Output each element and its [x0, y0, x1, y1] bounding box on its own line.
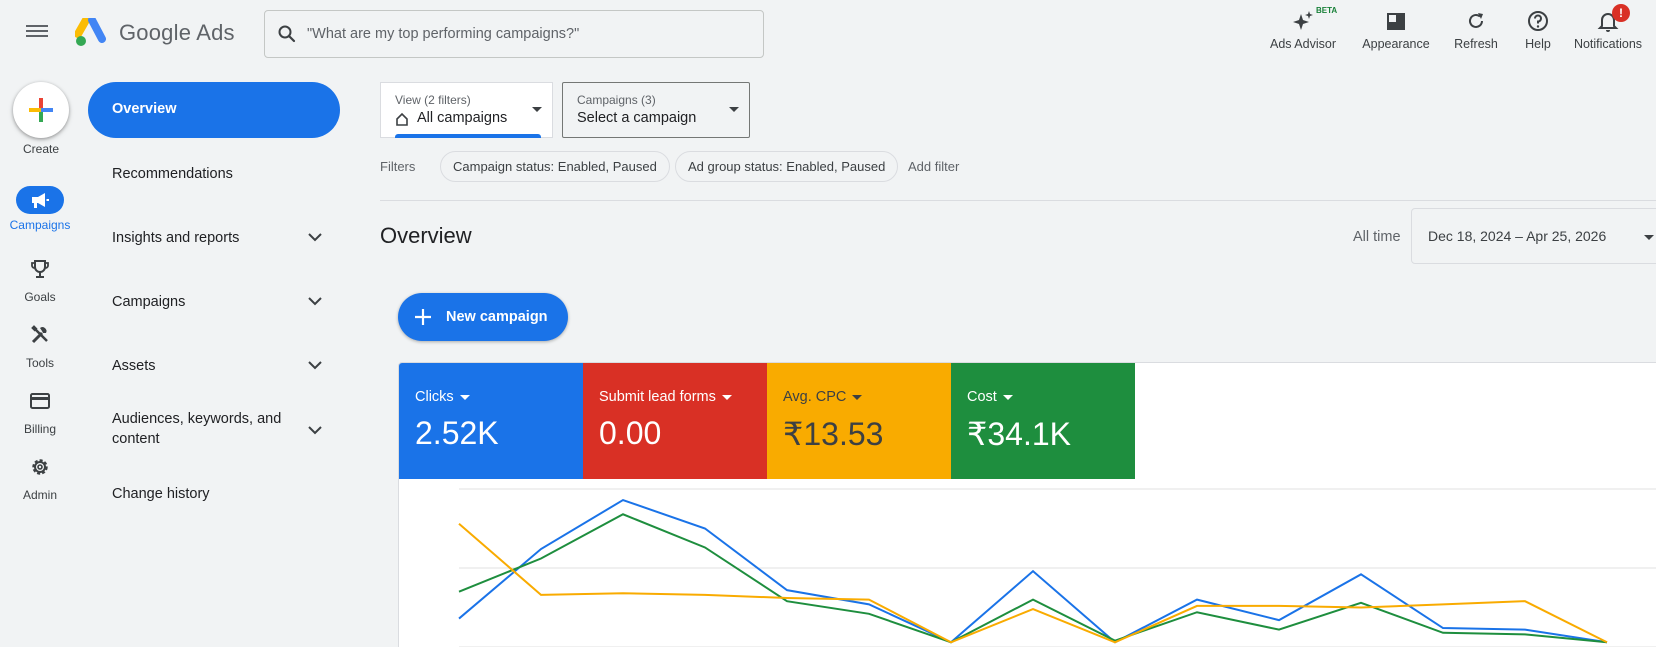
- create-label: Create: [22, 142, 60, 156]
- chevron-down-icon: [308, 361, 322, 370]
- view-selector[interactable]: View (2 filters) All campaigns: [380, 82, 553, 138]
- chevron-down-icon: [308, 426, 322, 435]
- nav-insights-and-reports[interactable]: Insights and reports: [88, 226, 340, 250]
- create-button[interactable]: [13, 82, 69, 138]
- chart-series-line: [458, 498, 1608, 644]
- help-button[interactable]: Help: [1516, 8, 1560, 52]
- rail-goals[interactable]: Goals: [0, 254, 80, 304]
- rail-billing[interactable]: Billing: [0, 386, 80, 436]
- search-input[interactable]: [307, 21, 747, 47]
- nav-campaigns[interactable]: Campaigns: [88, 290, 340, 314]
- dropdown-caret-icon: [1644, 235, 1654, 240]
- dropdown-caret-icon: [1002, 394, 1013, 400]
- dropdown-caret-icon: [852, 394, 863, 400]
- refresh-button[interactable]: Refresh: [1450, 8, 1502, 52]
- megaphone-icon: [16, 186, 64, 214]
- gear-icon: [0, 452, 80, 482]
- metric-avg-cpc[interactable]: Avg. CPC ₹13.53: [767, 363, 951, 479]
- plus-icon: [415, 309, 431, 325]
- nav-overview[interactable]: Overview: [88, 82, 340, 138]
- new-campaign-button[interactable]: New campaign: [398, 293, 568, 341]
- bell-icon: [1570, 8, 1646, 34]
- ads-advisor-button[interactable]: BETA Ads Advisor: [1268, 6, 1338, 52]
- notifications-button[interactable]: ! Notifications: [1570, 4, 1646, 52]
- add-filter-link[interactable]: Add filter: [908, 159, 959, 174]
- dropdown-caret-icon: [459, 394, 470, 400]
- filter-chip-ad-group-status[interactable]: Ad group status: Enabled, Paused: [675, 151, 899, 182]
- view-active-indicator: [395, 134, 541, 138]
- brand-name: Google Ads: [119, 20, 235, 45]
- rail-campaigns[interactable]: Campaigns: [0, 186, 80, 232]
- nav-assets[interactable]: Assets: [88, 354, 340, 378]
- help-icon: [1516, 8, 1560, 34]
- metric-clicks[interactable]: Clicks 2.52K: [399, 363, 583, 479]
- tools-icon: [0, 320, 80, 350]
- campaign-selector[interactable]: Campaigns (3) Select a campaign: [562, 82, 750, 138]
- nav-recommendations[interactable]: Recommendations: [88, 162, 340, 186]
- filter-chip-campaign-status[interactable]: Campaign status: Enabled, Paused: [440, 151, 670, 182]
- dropdown-caret-icon: [729, 107, 739, 112]
- divider: [380, 200, 1656, 201]
- appearance-button[interactable]: Appearance: [1358, 8, 1434, 52]
- google-ads-logo: [75, 18, 106, 46]
- appearance-icon: [1358, 8, 1434, 34]
- nav-change-history[interactable]: Change history: [88, 482, 340, 506]
- chevron-down-icon: [308, 297, 322, 306]
- home-icon: [396, 112, 408, 126]
- date-prefix: All time: [1353, 229, 1401, 245]
- search-icon: [278, 25, 296, 43]
- credit-card-icon: [0, 386, 80, 416]
- menu-icon[interactable]: [26, 22, 48, 40]
- date-range-picker[interactable]: Dec 18, 2024 – Apr 25, 2026: [1411, 208, 1656, 264]
- filters-label: Filters: [380, 159, 416, 174]
- chevron-down-icon: [308, 233, 322, 242]
- performance-card: Clicks 2.52K Submit lead forms 0.00 Avg.…: [398, 362, 1656, 647]
- plus-icon: [29, 98, 53, 122]
- dropdown-caret-icon: [721, 394, 732, 400]
- beta-badge: BETA: [1316, 6, 1338, 15]
- search-box[interactable]: [264, 10, 764, 58]
- chart-series-line: [458, 523, 1608, 644]
- rail-admin[interactable]: Admin: [0, 452, 80, 502]
- page-title: Overview: [380, 223, 472, 248]
- performance-chart: [458, 488, 1656, 647]
- dropdown-caret-icon: [532, 107, 542, 112]
- nav-audiences-keywords-content[interactable]: Audiences, keywords, and content: [88, 408, 340, 452]
- rail-tools[interactable]: Tools: [0, 320, 80, 370]
- refresh-icon: [1450, 8, 1502, 34]
- trophy-icon: [0, 254, 80, 284]
- notification-badge: !: [1612, 4, 1630, 22]
- metric-cost[interactable]: Cost ₹34.1K: [951, 363, 1135, 479]
- metric-submit-lead-forms[interactable]: Submit lead forms 0.00: [583, 363, 767, 479]
- top-bar: Google Ads BETA Ads Advisor Appearance R…: [0, 0, 1656, 68]
